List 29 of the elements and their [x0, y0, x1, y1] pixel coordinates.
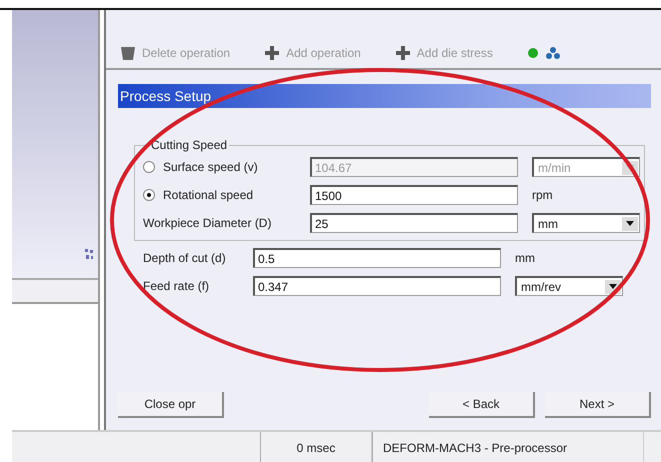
plus-icon	[394, 45, 411, 61]
field-label: Rotational speed	[163, 188, 254, 202]
radio-button[interactable]	[143, 189, 155, 201]
group-title: Cutting Speed	[149, 138, 230, 152]
input-field[interactable]: 0.347	[253, 276, 501, 296]
cluster-icon[interactable]	[544, 47, 561, 59]
trash-icon	[120, 45, 136, 61]
input-field[interactable]: 25	[310, 213, 518, 233]
field-label: Feed rate (f)	[143, 279, 210, 293]
nodes-icon	[84, 248, 94, 260]
unit-label: mm	[515, 251, 535, 265]
unit-dropdown[interactable]: mm	[532, 213, 640, 233]
close-button[interactable]: Close opr	[118, 392, 224, 418]
caret-icon	[626, 221, 634, 226]
caret-icon	[609, 284, 617, 289]
panel-title: Process Setup	[118, 84, 651, 108]
status-text: DEFORM-MACH3 - Pre-processor	[372, 432, 644, 462]
plus-icon	[264, 45, 280, 61]
field-label: Surface speed (v)	[163, 160, 258, 174]
sphere-icon[interactable]	[526, 47, 539, 59]
input-field[interactable]: 1500	[310, 185, 518, 205]
unit-label: rpm	[532, 188, 553, 202]
field-label: Depth of cut (d)	[143, 251, 227, 265]
back-button[interactable]: < Back	[429, 392, 535, 418]
status-text: 0 msec	[260, 432, 372, 462]
input-field[interactable]: 0.5	[253, 248, 501, 268]
unit-dropdown[interactable]: mm/rev	[515, 276, 623, 296]
next-button[interactable]: Next >	[545, 392, 651, 418]
field-label: Workpiece Diameter (D)	[143, 216, 272, 230]
